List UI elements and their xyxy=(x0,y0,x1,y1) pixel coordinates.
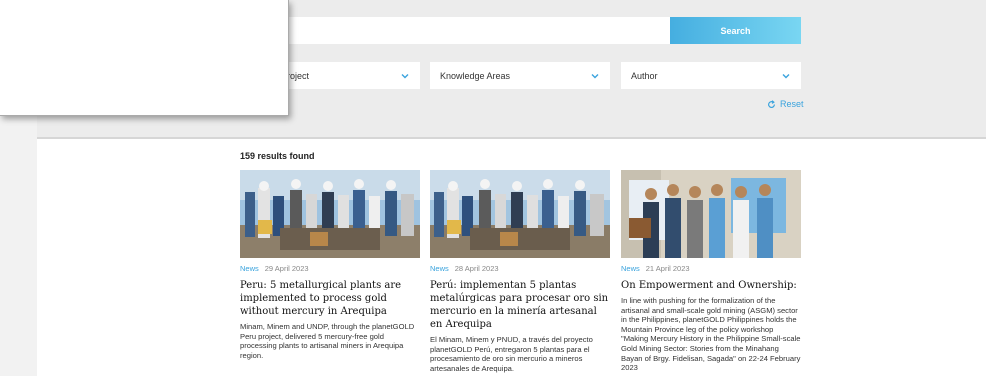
card-date: 28 April 2023 xyxy=(454,264,499,273)
reset-label: Reset xyxy=(780,99,804,109)
chevron-down-icon xyxy=(401,73,409,78)
card-category[interactable]: News xyxy=(621,264,640,273)
chevron-down-icon xyxy=(591,73,599,78)
reset-button[interactable]: Reset xyxy=(767,99,804,109)
card-meta: News 21 April 2023 xyxy=(621,264,801,273)
refresh-icon xyxy=(768,99,775,108)
search-input[interactable] xyxy=(240,17,670,44)
news-card[interactable]: News 28 April 2023 Perú: implementan 5 p… xyxy=(430,170,610,373)
card-excerpt: El Minam, Minem y PNUD, a través del pro… xyxy=(430,335,593,373)
knowledge-areas-select-label: Knowledge Areas xyxy=(440,70,511,81)
card-category[interactable]: News xyxy=(240,264,259,273)
card-date: 21 April 2023 xyxy=(645,264,690,273)
card-date: 29 April 2023 xyxy=(264,264,309,273)
news-photo xyxy=(240,170,420,258)
card-title[interactable]: Perú: implementan 5 plantas metalúrgicas… xyxy=(430,279,610,331)
results-count: 159 results found xyxy=(240,151,315,161)
card-excerpt: In line with pushing for the formalizati… xyxy=(621,296,801,373)
news-card[interactable]: News 29 April 2023 Peru: 5 metallurgical… xyxy=(240,170,420,360)
news-card[interactable]: News 21 April 2023 On Empowerment and Ow… xyxy=(621,170,801,373)
card-meta: News 28 April 2023 xyxy=(430,264,610,273)
author-select-label: Author xyxy=(631,70,658,81)
card-title[interactable]: On Empowerment and Ownership: xyxy=(621,279,801,292)
card-category[interactable]: News xyxy=(430,264,449,273)
card-meta: News 29 April 2023 xyxy=(240,264,420,273)
news-photo xyxy=(621,170,801,258)
news-photo xyxy=(430,170,610,258)
card-excerpt: Minam, Minem and UNDP, through the plane… xyxy=(240,322,415,360)
search-button[interactable]: Search xyxy=(670,17,801,44)
chevron-down-icon xyxy=(782,73,790,78)
card-title[interactable]: Peru: 5 metallurgical plants are impleme… xyxy=(240,279,420,318)
overlay-popup xyxy=(0,0,289,116)
knowledge-areas-select[interactable]: Knowledge Areas xyxy=(430,62,610,89)
author-select[interactable]: Author xyxy=(621,62,801,89)
panel-divider xyxy=(37,137,986,139)
